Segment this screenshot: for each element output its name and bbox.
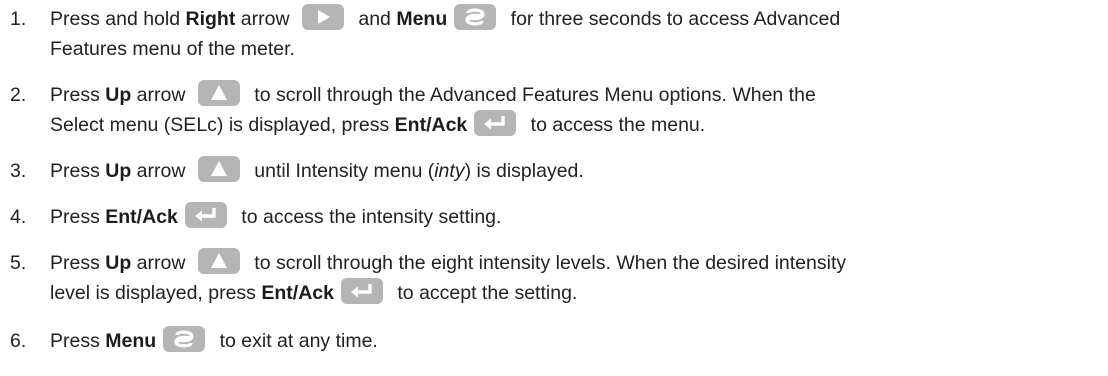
enter-key-icon [340,277,383,304]
step-number: 1. [10,8,27,30]
text-run: Press [50,206,106,228]
text-run: level is displayed, press [50,282,262,304]
text-run: to scroll through the Advanced Features … [248,84,816,106]
text-run: to exit at any time. [214,330,378,352]
enter-key-icon [184,201,227,228]
step-line: Select menu (SELc) is displayed, press E… [50,109,1100,140]
step-line: Press Up arrow to scroll through the Adv… [50,79,1100,110]
up-arrow-key-icon [197,247,240,274]
step-number: 4. [10,206,27,228]
text-run: Press [50,252,106,274]
step-line: Features menu of the meter. [50,34,1100,64]
text-run: Press [50,330,106,352]
bold-term: Ent/Ack [261,282,334,304]
step-line: Press Ent/Ack to access the intensity se… [50,201,1100,232]
step-number: 6. [10,330,27,352]
text-run: Press [50,84,106,106]
step-line: Press Up arrow until Intensity menu (int… [50,155,1100,186]
text-run: to scroll through the eight intensity le… [248,252,847,274]
bold-term: Menu [396,8,448,30]
text-run: arrow [131,160,191,182]
bold-term: Up [105,84,132,106]
bold-term: Ent/Ack [394,114,468,136]
step-text: Press and hold Right arrow and Menu for … [50,3,1100,64]
text-run: for three seconds to access Advanced [505,8,841,30]
up-arrow-key-icon [197,79,240,106]
step-text: Press Menu to exit at any time. [50,325,1100,356]
bold-term: Right [185,8,236,30]
step-number: 5. [10,252,27,274]
step-text: Press Up arrow to scroll through the eig… [50,247,1100,308]
menu-key-icon [163,325,206,352]
bold-term: Up [105,160,132,182]
text-run: Select menu (SELc) is displayed, press [50,114,395,136]
step-number: 3. [10,160,27,182]
text-run: Press [50,160,106,182]
step-line: level is displayed, press Ent/Ack to acc… [50,277,1100,308]
text-run: to accept the setting. [391,282,578,304]
right-arrow-key-icon [301,3,344,30]
text-run: Features menu of the meter. [50,38,295,60]
up-arrow-key-icon [197,155,240,182]
text-run: Press and hold [50,8,186,30]
text-run: to access the intensity setting. [235,206,502,228]
bold-term: Ent/Ack [105,206,178,228]
step-text: Press Up arrow to scroll through the Adv… [50,79,1100,140]
step-number: 2. [10,84,27,106]
text-run: arrow [235,8,295,30]
text-run: until Intensity menu ( [248,160,435,182]
step-line: Press and hold Right arrow and Menu for … [50,3,1100,34]
text-run: arrow [131,84,191,106]
bold-term: Menu [105,330,157,352]
step-line: Press Menu to exit at any time. [50,325,1100,356]
text-run: ) is displayed. [464,160,584,182]
text-run: arrow [131,252,191,274]
italic-term: inty [434,160,465,182]
text-run: to access the menu. [525,114,706,136]
step-line: Press Up arrow to scroll through the eig… [50,247,1100,278]
step-text: Press Up arrow until Intensity menu (int… [50,155,1100,186]
step-text: Press Ent/Ack to access the intensity se… [50,201,1100,232]
menu-key-icon [454,3,497,30]
text-run: and [352,8,397,30]
enter-key-icon [474,109,517,136]
bold-term: Up [105,252,132,274]
